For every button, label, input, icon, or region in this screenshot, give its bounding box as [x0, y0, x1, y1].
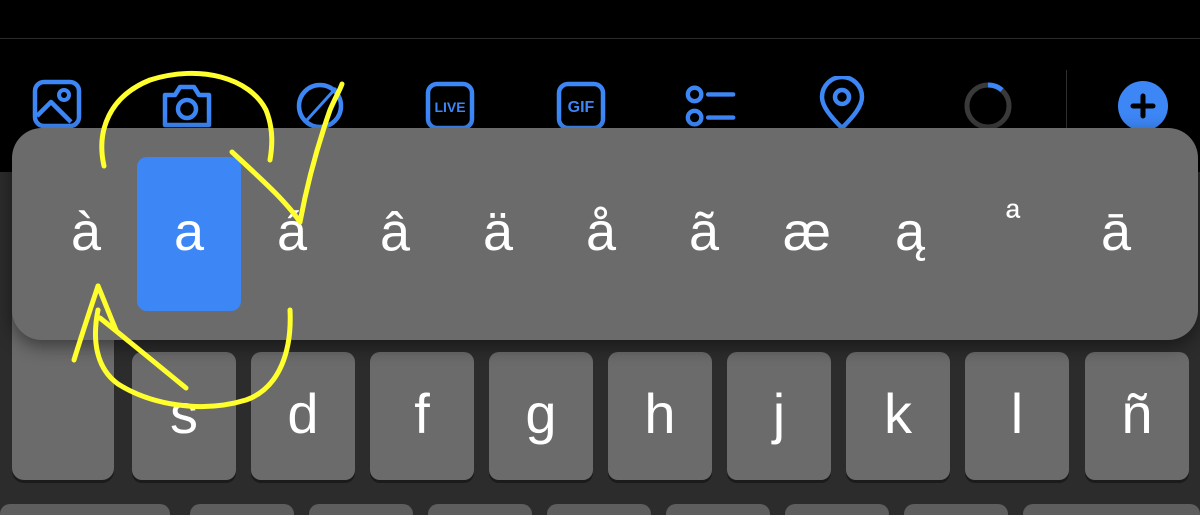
key-l[interactable]: l	[965, 352, 1069, 480]
key-n[interactable]	[785, 504, 889, 515]
key-f-label: f	[414, 381, 430, 445]
accent-option[interactable]: æ	[755, 157, 859, 311]
gif-button[interactable]: GIF	[553, 78, 609, 134]
image-icon	[32, 79, 82, 129]
live-icon: LIVE	[425, 81, 475, 131]
key-m[interactable]	[904, 504, 1008, 515]
key-h-label: h	[644, 381, 676, 445]
toolbar-divider	[1066, 70, 1067, 130]
accent-option[interactable]: ā	[1064, 157, 1168, 311]
location-button[interactable]	[814, 76, 870, 132]
drawing-button[interactable]	[292, 78, 348, 134]
key-s[interactable]: s	[132, 352, 236, 480]
accent-option[interactable]: å	[549, 157, 653, 311]
gif-label: GIF	[568, 99, 595, 116]
camera-button[interactable]	[159, 78, 215, 134]
photo-library-button[interactable]	[29, 76, 85, 132]
accent-char: a	[173, 202, 205, 262]
key-right-edge[interactable]	[1023, 504, 1200, 515]
accent-option[interactable]: ª	[961, 157, 1065, 311]
pen-icon	[296, 82, 344, 130]
accent-char: ą	[894, 202, 926, 262]
accent-char: á	[276, 202, 308, 262]
key-n-tilde[interactable]: ñ	[1085, 352, 1189, 480]
accent-char: ā	[1100, 202, 1132, 262]
accent-char: ä	[482, 202, 514, 262]
character-counter	[960, 78, 1016, 134]
accent-option[interactable]: á	[240, 157, 344, 311]
plus-icon	[1118, 81, 1168, 131]
key-z[interactable]	[190, 504, 294, 515]
live-button[interactable]: LIVE	[422, 78, 478, 134]
top-divider	[0, 38, 1200, 39]
camera-icon	[162, 84, 212, 128]
list-icon	[685, 85, 736, 127]
key-n-tilde-label: ñ	[1121, 381, 1153, 445]
accent-char: â	[379, 202, 411, 262]
accent-option[interactable]: ą	[858, 157, 962, 311]
key-k-label: k	[884, 381, 912, 445]
accent-option[interactable]: ä	[446, 157, 550, 311]
key-d-label: d	[287, 381, 319, 445]
key-f[interactable]: f	[370, 352, 474, 480]
accent-option-selected[interactable]: a	[137, 157, 241, 311]
accent-option[interactable]: â	[343, 157, 447, 311]
key-g[interactable]: g	[489, 352, 593, 480]
key-d[interactable]: d	[251, 352, 355, 480]
screen: LIVE GIF s d f g h j k l ñ à a á â ä å ã…	[0, 0, 1200, 515]
progress-ring-icon	[964, 82, 1012, 130]
accent-char: à	[70, 202, 102, 262]
shift-key[interactable]	[0, 504, 170, 515]
key-s-label: s	[170, 381, 198, 445]
key-g-label: g	[525, 381, 557, 445]
accent-options: à a á â ä å ã æ ą ª ā	[30, 157, 1190, 311]
location-pin-icon	[819, 76, 865, 131]
accent-char: ª	[1005, 197, 1021, 239]
accent-char: æ	[782, 202, 831, 262]
key-h[interactable]: h	[608, 352, 712, 480]
key-j[interactable]: j	[727, 352, 831, 480]
accent-char: å	[585, 202, 617, 262]
key-j-label: j	[772, 381, 786, 445]
add-button[interactable]	[1115, 78, 1171, 134]
live-label: LIVE	[434, 99, 465, 115]
key-x[interactable]	[309, 504, 413, 515]
key-v[interactable]	[547, 504, 651, 515]
key-b[interactable]	[666, 504, 770, 515]
key-k[interactable]: k	[846, 352, 950, 480]
key-c[interactable]	[428, 504, 532, 515]
poll-button[interactable]	[683, 78, 739, 134]
gif-icon: GIF	[556, 81, 606, 131]
accent-option[interactable]: à	[34, 157, 138, 311]
accent-char: ã	[688, 202, 720, 262]
accent-option[interactable]: ã	[652, 157, 756, 311]
key-l-label: l	[1010, 381, 1024, 445]
